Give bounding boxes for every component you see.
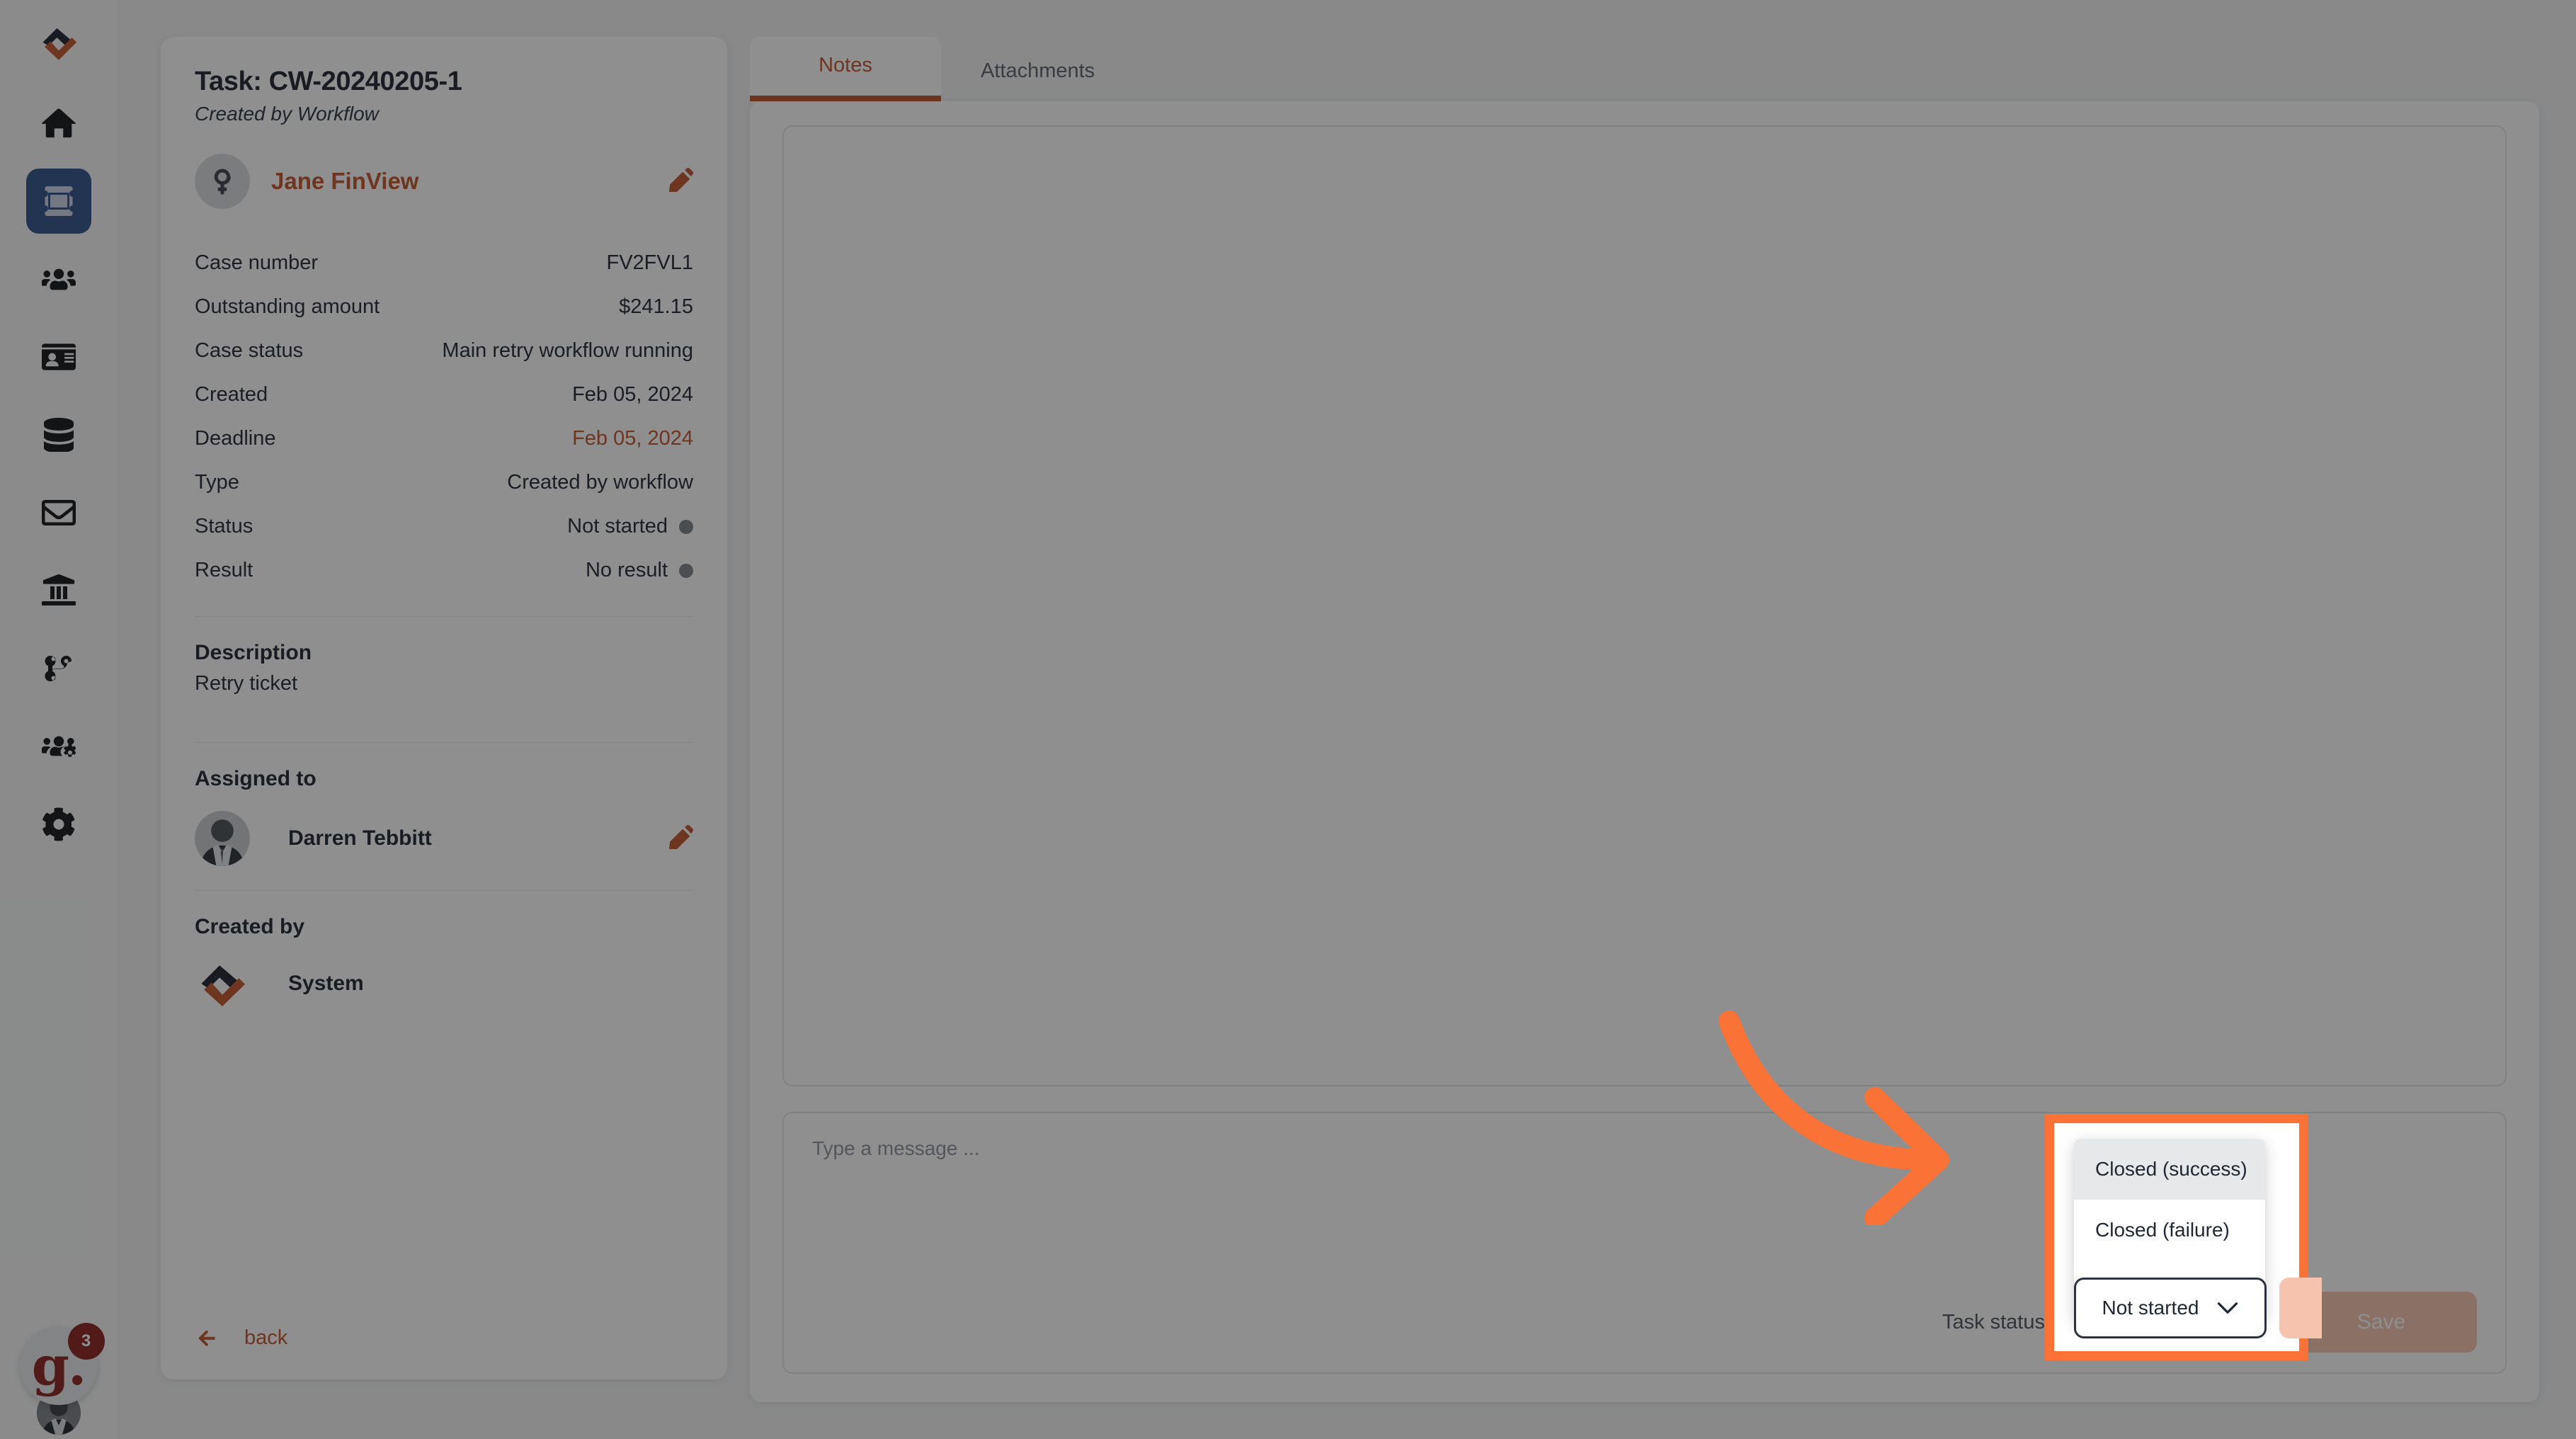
description-title: Description [195,641,312,664]
task-status-selected-value: Not started [2102,1297,2199,1319]
field-value: $241.15 [619,295,693,318]
highlight-inner-surface: Closed (success) Closed (failure) Starte… [2054,1123,2322,1351]
pencil-icon [668,824,694,850]
arrow-left-icon [198,1330,215,1346]
task-detail-card: Task: CW-20240205-1 Created by Workflow … [161,37,727,1380]
sidebar-item-teams[interactable] [26,714,91,779]
field-key: Case number [195,251,319,274]
status-text: Not started [567,515,668,538]
finview-logo[interactable] [35,20,82,67]
home-icon [41,108,76,138]
sidebar-item-settings[interactable] [26,792,91,857]
task-field-row: Result No result [195,549,693,592]
result-text: No result [585,559,668,581]
envelope-icon [41,500,76,525]
tab-bar: Notes Attachments [750,37,2539,101]
assignee-row: Darren Tebbitt [195,811,694,866]
created-by-title: Created by [195,915,305,938]
help-widget-button[interactable]: g. 3 [19,1323,105,1405]
edit-assignee-button[interactable] [668,824,694,853]
field-value: Feb 05, 2024 [572,383,693,406]
ticket-icon [45,186,72,216]
sidebar-item-accounts[interactable] [26,558,91,623]
task-field-row: Case number FV2FVL1 [195,241,693,285]
task-subtitle: Created by Workflow [195,103,379,125]
result-dot [679,563,693,578]
task-field-row: Case status Main retry workflow running [195,329,693,372]
task-field-row: Deadline Feb 05, 2024 [195,417,693,460]
id-card-icon [41,343,76,370]
assignee-name: Darren Tebbitt [288,826,432,850]
sidebar-item-messages[interactable] [26,480,91,545]
task-status-label: Task status [1942,1310,2045,1333]
chevron-down-icon [2217,1297,2238,1319]
back-button[interactable]: back [195,1326,693,1350]
tab-notes[interactable]: Notes [750,37,941,101]
system-logo-icon [195,956,250,1011]
description-section: Description Retry ticket [195,617,693,695]
sidebar-item-home[interactable] [26,91,91,156]
description-body: Retry ticket [195,672,298,695]
field-key: Type [195,471,239,494]
field-key: Case status [195,339,304,362]
field-value: Main retry workflow running [442,339,693,362]
save-button-peek [2279,1278,2322,1338]
sidebar-bottom: g. 3 [0,1323,117,1435]
back-label: back [244,1326,288,1349]
tab-attachments[interactable]: Attachments [941,42,1134,101]
dropdown-option-closed-success[interactable]: Closed (success) [2074,1139,2265,1200]
customer-row: Jane FinView [195,154,694,209]
sidebar-nav-list [0,91,117,857]
sidebar-item-workflows[interactable] [26,636,91,701]
field-value: Created by workflow [507,471,693,494]
customer-name: Jane FinView [271,168,419,194]
pencil-icon [668,167,694,193]
field-key: Status [195,515,253,538]
task-field-row: Created Feb 05, 2024 [195,373,693,416]
creator-row: System [195,956,693,1011]
field-value-status: Not started [567,515,693,538]
status-dot [679,519,693,534]
dropdown-option-closed-failure[interactable]: Closed (failure) [2074,1200,2265,1261]
highlight-callout-box: Closed (success) Closed (failure) Starte… [2045,1114,2322,1360]
task-field-row: Type Created by workflow [195,461,693,504]
task-fields-list: Case number FV2FVL1 Outstanding amount $… [195,241,693,592]
assignee-avatar [195,811,250,866]
sidebar-item-customers[interactable] [26,246,91,312]
field-key: Result [195,559,253,581]
field-key: Created [195,383,268,406]
users-icon [41,268,76,290]
gear-icon [42,807,74,841]
notes-history-list [782,125,2507,1086]
users-cog-icon [41,736,76,757]
sidebar-item-tasks[interactable] [25,169,91,234]
code-branch-icon [44,655,72,682]
field-key: Deadline [195,427,276,450]
database-icon [43,418,74,452]
help-notification-badge: 3 [67,1323,105,1360]
field-value-result: No result [586,559,693,582]
created-by-section: Created by System [195,891,693,1011]
creator-name: System [288,972,364,995]
sidebar: g. 3 [0,0,117,1439]
task-status-select-trigger[interactable]: Not started [2074,1278,2267,1338]
edit-customer-button[interactable] [668,167,694,195]
field-value-deadline: Feb 05, 2024 [572,427,693,450]
field-value: FV2FVL1 [606,251,694,274]
venus-icon [214,169,231,195]
sidebar-item-data[interactable] [26,402,91,467]
page-title: Task: CW-20240205-1 [195,67,462,96]
assigned-title: Assigned to [195,767,317,790]
bank-icon [41,574,76,605]
field-key: Outstanding amount [195,295,380,318]
customer-avatar [195,154,250,209]
task-field-row: Status Not started [195,505,693,548]
assigned-section: Assigned to Darren Tebbitt [195,743,694,866]
task-field-row: Outstanding amount $241.15 [195,285,693,329]
sidebar-item-contacts[interactable] [26,324,91,389]
